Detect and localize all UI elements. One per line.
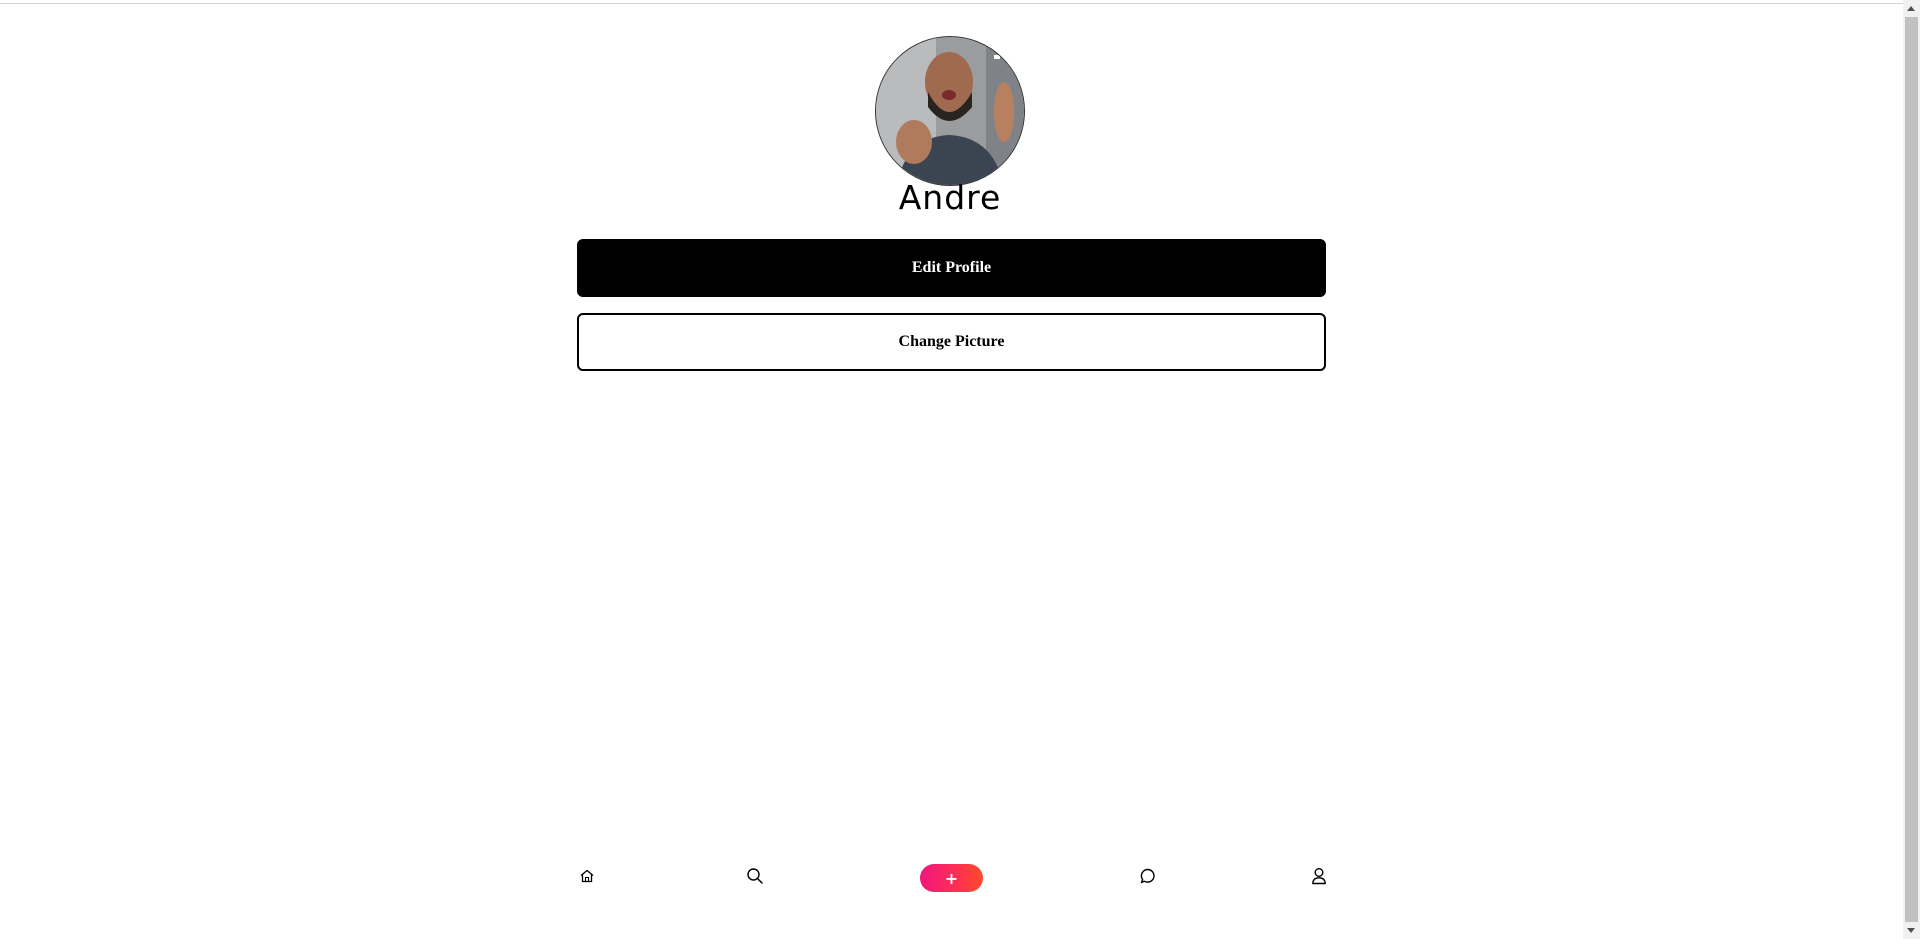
search-icon [747,868,763,884]
bottom-navigation: + [577,862,1326,894]
home-icon [580,869,594,883]
change-picture-button[interactable]: Change Picture [577,313,1326,371]
top-divider [0,3,1903,4]
profile-avatar [875,36,1025,186]
scroll-down-icon[interactable] [1907,928,1915,933]
chat-icon [1140,868,1155,884]
nav-profile[interactable] [1309,866,1329,886]
user-icon [1312,868,1326,885]
scroll-thumb[interactable] [1905,17,1918,922]
nav-search[interactable] [745,866,765,886]
plus-icon: + [944,868,959,888]
vertical-scrollbar[interactable] [1903,0,1920,939]
add-post-button[interactable]: + [920,864,983,892]
profile-page: Andre Edit Profile Change Picture + [0,0,1920,939]
edit-profile-button[interactable]: Edit Profile [577,239,1326,297]
scroll-up-icon[interactable] [1907,6,1915,11]
profile-name: Andre [898,178,1002,217]
avatar-photo [876,37,1024,185]
nav-messages[interactable] [1138,866,1158,886]
nav-home[interactable] [577,866,597,886]
